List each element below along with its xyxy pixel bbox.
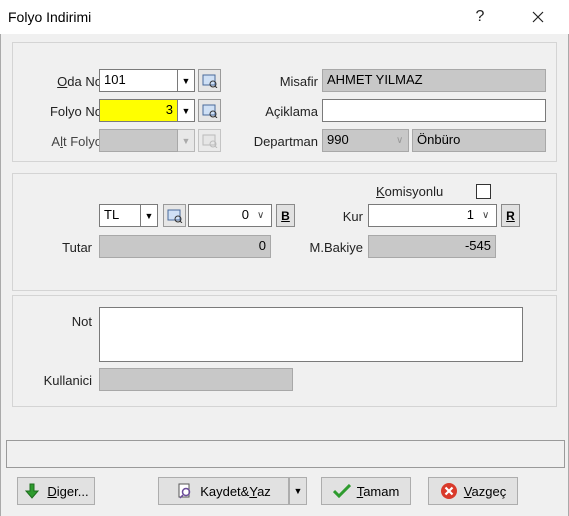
komisyonlu-checkbox[interactable]: [476, 184, 491, 199]
kur-input[interactable]: 1: [368, 204, 497, 227]
mbakiye-field: -545: [368, 235, 496, 258]
tutar-label: Tutar: [62, 240, 92, 255]
checkmark-icon: [332, 482, 351, 500]
chevron-down-icon: ▼: [181, 75, 191, 86]
departman-name-field: Önbüro: [412, 129, 546, 152]
notes-group: Not Kullanici: [12, 295, 557, 407]
aciklama-input[interactable]: [322, 99, 546, 122]
chevron-down-icon[interactable]: ∨: [482, 210, 489, 221]
oda-no-lookup-button[interactable]: [198, 69, 221, 92]
kullanici-label: Kullanici: [43, 373, 92, 388]
dialog-client: Oda No 101 ▼ Folyo No 3 ▼ Alt Folyo ▼ Mi…: [0, 34, 569, 516]
folyo-no-lookup-button[interactable]: [198, 99, 221, 122]
tutar-field: 0: [99, 235, 271, 258]
amount-group: Komisyonlu TL ▼ 0 ∨ B Kur 1 ∨ R Tutar 0 …: [12, 173, 557, 291]
chevron-down-icon: ▼: [181, 105, 191, 116]
not-label: Not: [71, 314, 92, 329]
chevron-down-icon: ∨: [396, 135, 404, 146]
chevron-down-icon[interactable]: ∨: [257, 210, 264, 221]
lookup-icon: [167, 209, 182, 223]
alt-folyo-input[interactable]: [99, 129, 178, 152]
mbakiye-label: M.Bakiye: [309, 240, 363, 255]
not-memo[interactable]: [99, 307, 523, 362]
kaydet-yaz-dropdown[interactable]: ▼: [289, 477, 307, 505]
kur-label: Kur: [342, 209, 363, 224]
arrow-down-icon: [23, 482, 41, 500]
window-title: Folyo Indirimi: [8, 9, 92, 25]
close-button[interactable]: [515, 0, 561, 34]
chevron-down-icon: ▼: [293, 486, 303, 496]
help-button[interactable]: ?: [457, 0, 503, 34]
vazgec-button[interactable]: Vazgeç: [428, 477, 518, 505]
oda-no-label: Oda No: [57, 74, 102, 89]
alt-folyo-label: Alt Folyo: [51, 134, 102, 149]
alt-folyo-dropdown[interactable]: ▼: [178, 129, 195, 152]
oda-no-input[interactable]: 101: [99, 69, 178, 92]
room-group: Oda No 101 ▼ Folyo No 3 ▼ Alt Folyo ▼ Mi…: [12, 42, 557, 162]
folyo-no-dropdown[interactable]: ▼: [178, 99, 195, 122]
folyo-no-input[interactable]: 3: [99, 99, 178, 122]
b-button[interactable]: B: [276, 204, 295, 227]
diger-label: Diger...: [47, 483, 89, 499]
tamam-label: Tamam: [356, 483, 400, 499]
misafir-label: Misafir: [279, 74, 318, 89]
chevron-down-icon: ▼: [181, 135, 191, 146]
currency-dropdown[interactable]: ▼: [141, 204, 158, 227]
status-bar: [6, 440, 565, 468]
currency-lookup-button[interactable]: [163, 204, 186, 227]
kaydet-yaz-button[interactable]: Kaydet&Yaz: [158, 477, 289, 505]
folyo-no-label: Folyo No: [49, 104, 102, 119]
kullanici-field: [99, 368, 293, 391]
diger-button[interactable]: Diger...: [17, 477, 95, 505]
r-button[interactable]: R: [501, 204, 520, 227]
misafir-input[interactable]: AHMET YILMAZ: [322, 69, 546, 92]
title-bar: Folyo Indirimi ?: [0, 0, 569, 34]
cancel-icon: [440, 482, 458, 500]
aciklama-label: Açiklama: [265, 104, 318, 119]
currency-select[interactable]: TL: [99, 204, 141, 227]
close-icon: [532, 11, 544, 23]
oda-no-dropdown[interactable]: ▼: [178, 69, 195, 92]
komisyonlu-label: Komisyonlu: [376, 184, 444, 199]
alt-folyo-lookup-button[interactable]: [198, 129, 221, 152]
vazgec-label: Vazgeç: [463, 483, 507, 499]
print-preview-icon: [176, 482, 194, 500]
tamam-button[interactable]: Tamam: [321, 477, 411, 505]
kaydet-yaz-label: Kaydet&Yaz: [200, 483, 271, 499]
departman-label: Departman: [253, 134, 318, 149]
lookup-icon: [202, 74, 217, 88]
lookup-icon: [202, 134, 217, 148]
chevron-down-icon: ▼: [144, 210, 154, 221]
lookup-icon: [202, 104, 217, 118]
